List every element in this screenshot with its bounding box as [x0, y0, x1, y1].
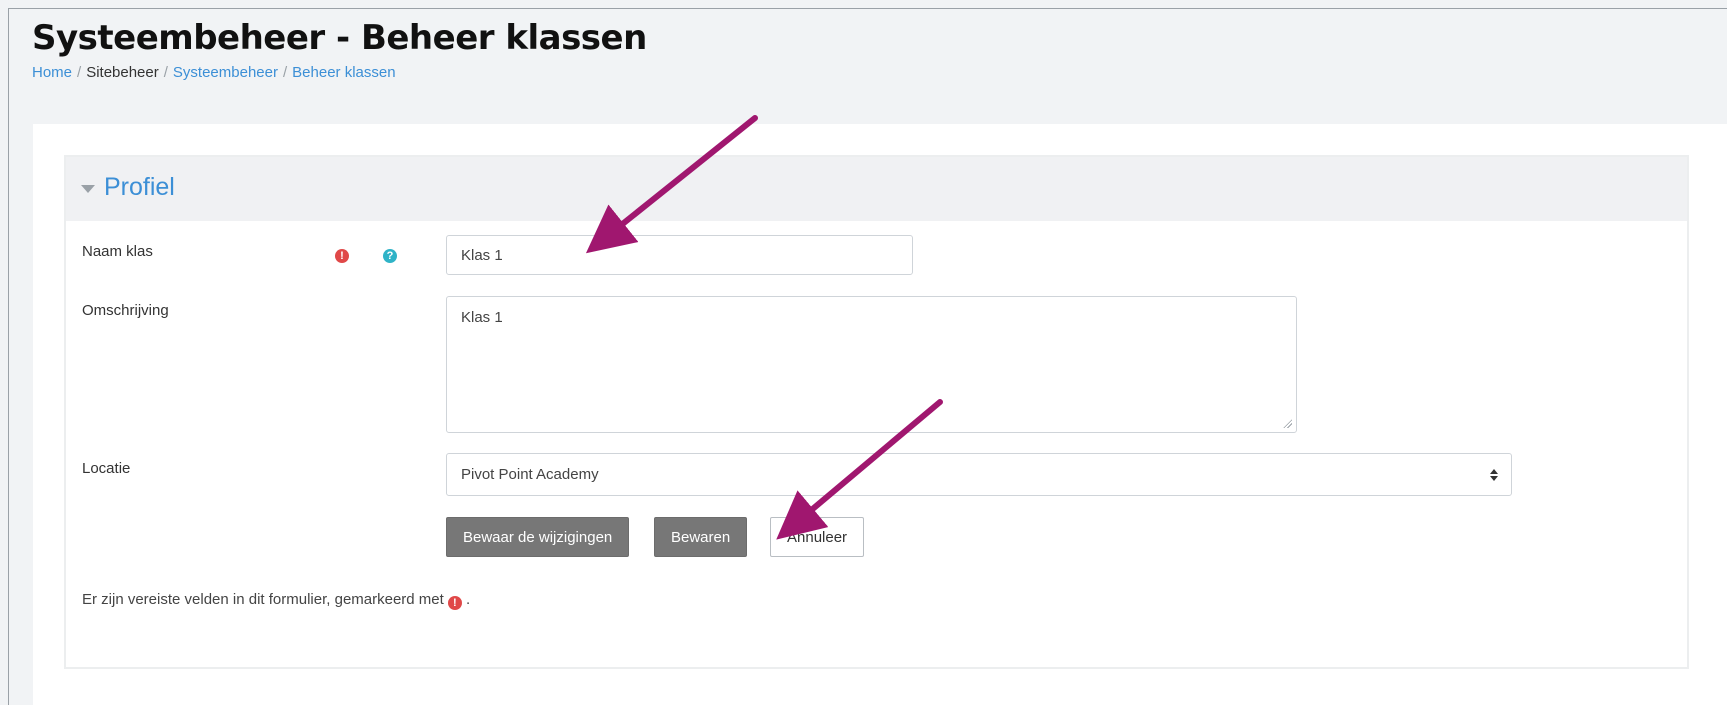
naam-klas-input[interactable]: [446, 235, 913, 275]
breadcrumb-separator: /: [163, 64, 168, 81]
omschrijving-value: Klas 1: [461, 309, 503, 326]
breadcrumb-separator: /: [282, 64, 288, 81]
page-title: Systeembeheer - Beheer klassen: [32, 18, 647, 58]
locatie-selected-value: Pivot Point Academy: [461, 466, 599, 483]
naam-klas-label: Naam klas: [82, 243, 153, 260]
profiel-section: Profiel Naam klas ! ? Omschrijving Klas …: [64, 155, 1689, 669]
section-title[interactable]: Profiel: [104, 173, 175, 202]
omschrijving-textarea[interactable]: Klas 1: [446, 296, 1297, 433]
question-circle-icon[interactable]: ?: [383, 249, 397, 263]
breadcrumb-systeembeheer[interactable]: Systeembeheer: [173, 64, 278, 81]
section-header[interactable]: Profiel: [66, 157, 1687, 221]
resize-grip-icon[interactable]: [1283, 419, 1292, 428]
save-changes-button[interactable]: Bewaar de wijzigingen: [446, 517, 630, 557]
omschrijving-label: Omschrijving: [82, 302, 169, 319]
required-note-suffix: .: [466, 591, 471, 608]
locatie-select[interactable]: Pivot Point Academy: [446, 453, 1512, 496]
locatie-label: Locatie: [82, 460, 131, 477]
breadcrumb-beheer-klassen[interactable]: Beheer klassen: [292, 64, 395, 81]
exclamation-circle-icon: !: [335, 249, 349, 263]
breadcrumb: Home / Sitebeheer / Systeembeheer / Beheer kla…: [32, 64, 396, 81]
sort-icon: [1489, 466, 1499, 484]
required-note-text: Er zijn vereiste velden in dit formulier…: [82, 591, 444, 608]
breadcrumb-sitebeheer: Sitebeheer: [86, 64, 159, 81]
triangle-down-icon[interactable]: [81, 185, 95, 193]
exclamation-circle-icon: !: [447, 596, 462, 610]
breadcrumb-separator: /: [77, 64, 82, 81]
save-button[interactable]: Bewaren: [654, 517, 748, 557]
cancel-button[interactable]: Annuleer: [770, 517, 865, 557]
content-card: Profiel Naam klas ! ? Omschrijving Klas …: [33, 124, 1727, 705]
required-fields-note: Er zijn vereiste velden in dit formulier…: [82, 591, 471, 610]
breadcrumb-home[interactable]: Home: [32, 64, 72, 81]
